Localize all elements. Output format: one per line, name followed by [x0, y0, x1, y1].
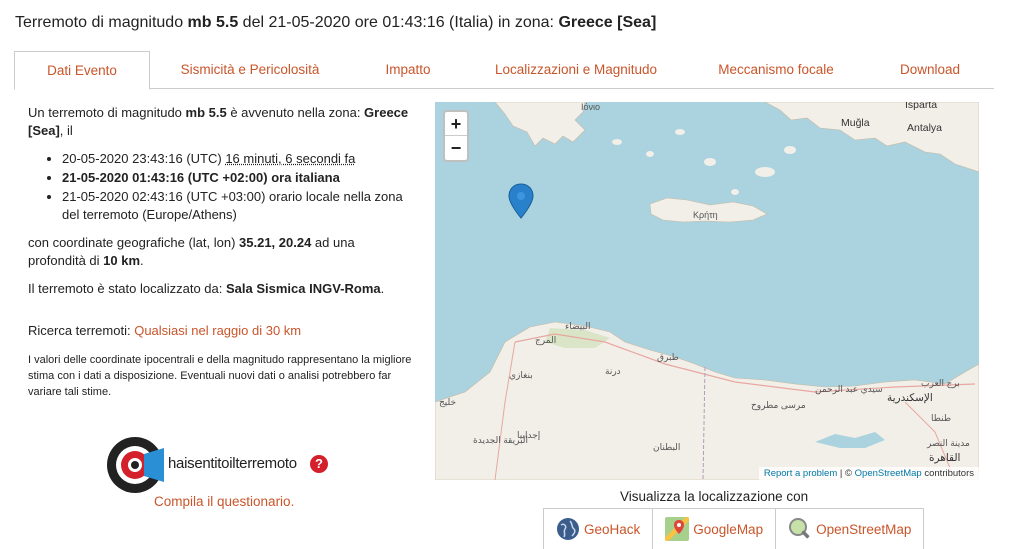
- time-ago: 16 minuti, 6 secondi fa: [225, 151, 356, 166]
- report-problem-link[interactable]: Report a problem: [764, 468, 837, 479]
- google-maps-icon: [665, 517, 690, 541]
- tab-download[interactable]: Download: [866, 51, 994, 88]
- map-attribution: Report a problem | © OpenStreetMap contr…: [758, 467, 979, 480]
- page-title: Terremoto di magnitudo mb 5.5 del 21-05-…: [15, 14, 657, 31]
- questionnaire-link[interactable]: Compila il questionario.: [154, 494, 294, 509]
- search-earthquakes: Ricerca terremoti: Qualsiasi nel raggio …: [28, 323, 302, 338]
- osm-magnifier-icon: [789, 518, 812, 541]
- event-details: Un terremoto di magnitudo mb 5.5 è avven…: [28, 104, 413, 410]
- tab-dati-evento[interactable]: Dati Evento: [14, 51, 150, 90]
- globe-icon: [557, 518, 579, 540]
- search-radius-link[interactable]: Qualsiasi nel raggio di 30 km: [134, 323, 301, 338]
- map-label-butnan: البطنان: [653, 442, 681, 452]
- map-label-alex: الإسكندرية: [887, 392, 933, 404]
- map-label-burayqa: البريقة الجديدة: [473, 435, 529, 445]
- event-intro: Un terremoto di magnitudo mb 5.5 è avven…: [28, 105, 409, 138]
- utc-time: 20-05-2020 23:43:16 (UTC) 16 minuti, 6 s…: [62, 150, 413, 168]
- map-tiles: [435, 102, 979, 480]
- external-map-buttons: GeoHack GoogleMap OpenStreetMap: [543, 508, 925, 549]
- map-label-sidi: سيدي عبد الرحمن: [815, 384, 883, 394]
- map-label-tanta: طنطا: [931, 413, 952, 423]
- map-label-bayda: البيضاء: [565, 321, 591, 331]
- map-label-antalya: Antalya: [907, 122, 943, 134]
- event-located-by: Il terremoto è stato localizzato da: Sal…: [28, 281, 385, 296]
- map-label-isparta: Isparta: [905, 102, 938, 111]
- map-label-derna: درنة: [605, 366, 621, 376]
- tab-meccanismo-focale[interactable]: Meccanismo focale: [686, 51, 866, 88]
- googlemap-button[interactable]: GoogleMap: [653, 509, 777, 549]
- event-map[interactable]: Ιόνιο Isparta Muğla Antalya Κρήτη البيضا…: [435, 102, 979, 480]
- map-label-borg: برج العرب: [921, 378, 960, 388]
- italy-time: 21-05-2020 01:43:16 (UTC +02:00) ora ita…: [62, 169, 413, 187]
- event-marker[interactable]: [508, 183, 534, 219]
- map-label-nasr: مدينة النصر: [927, 438, 970, 448]
- openstreetmap-button[interactable]: OpenStreetMap: [776, 509, 923, 549]
- local-time: 21-05-2020 02:43:16 (UTC +03:00) orario …: [62, 188, 413, 224]
- viz-title: Visualizza la localizzazione con: [620, 489, 809, 504]
- map-label-tobruk: طبرق: [657, 352, 679, 362]
- question-icon: ?: [310, 455, 328, 473]
- map-label-mugla: Muğla: [841, 117, 870, 129]
- zoom-out-button[interactable]: −: [445, 136, 467, 160]
- osm-link[interactable]: OpenStreetMap: [855, 468, 922, 479]
- map-zoom-control: + −: [443, 110, 469, 162]
- tab-impatto[interactable]: Impatto: [350, 51, 466, 88]
- map-label-khalij: خليج: [439, 397, 457, 407]
- tab-bar: Dati Evento Sismicità e Pericolosità Imp…: [14, 51, 994, 90]
- map-label-marj: المرج: [535, 335, 557, 345]
- hai-sentito-logo[interactable]: haisentitoilterremoto ?: [106, 436, 336, 494]
- tab-localizzazioni[interactable]: Localizzazioni e Magnitudo: [466, 51, 686, 88]
- estimate-note: I valori delle coordinate ipocentrali e …: [28, 354, 412, 398]
- tab-sismicita[interactable]: Sismicità e Pericolosità: [150, 51, 350, 88]
- hai-sentito-target-icon: [107, 437, 164, 493]
- map-label-cairo: القاهرة: [929, 452, 961, 464]
- map-label-matruh: مرسى مطروح: [751, 400, 806, 410]
- zoom-in-button[interactable]: +: [445, 112, 467, 136]
- hai-sentito-text: haisentitoilterremoto: [168, 455, 297, 472]
- event-coordinates: con coordinate geografiche (lat, lon) 35…: [28, 235, 355, 268]
- map-label-ionio: Ιόνιο: [581, 102, 601, 112]
- map-label-benghazi: بنغازي: [509, 370, 533, 380]
- event-times: 20-05-2020 23:43:16 (UTC) 16 minuti, 6 s…: [62, 150, 413, 224]
- map-label-kriti: Κρήτη: [693, 210, 718, 220]
- geohack-button[interactable]: GeoHack: [544, 509, 654, 549]
